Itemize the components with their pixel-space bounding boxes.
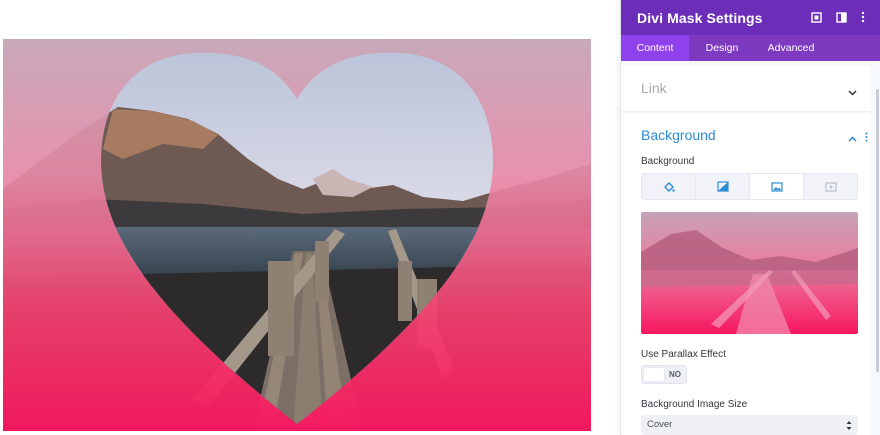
parallax-toggle-state: NO bbox=[669, 370, 681, 379]
builder-canvas bbox=[0, 0, 620, 435]
background-thumbnail-image bbox=[641, 212, 858, 334]
image-icon bbox=[770, 181, 783, 192]
bg-type-color[interactable] bbox=[642, 174, 696, 199]
parallax-label: Use Parallax Effect bbox=[641, 349, 726, 360]
panel-header: Divi Mask Settings bbox=[621, 0, 880, 35]
panel-title: Divi Mask Settings bbox=[637, 10, 763, 26]
chevron-down-icon bbox=[848, 83, 857, 101]
bg-type-image[interactable] bbox=[750, 174, 804, 199]
background-label: Background bbox=[641, 156, 695, 167]
panel-scrollbar[interactable] bbox=[876, 89, 879, 372]
heart-mask-image bbox=[3, 39, 591, 431]
select-arrows-icon bbox=[846, 418, 852, 435]
gradient-icon bbox=[716, 181, 729, 192]
image-size-value: Cover bbox=[647, 419, 673, 430]
sidebar-toggle-icon[interactable] bbox=[834, 10, 848, 24]
section-background-title: Background bbox=[641, 127, 716, 143]
background-image-preview[interactable] bbox=[641, 212, 858, 334]
tab-advanced[interactable]: Advanced bbox=[755, 35, 827, 61]
bg-type-video[interactable] bbox=[804, 174, 857, 199]
panel-tabs: Content Design Advanced bbox=[621, 35, 880, 61]
image-size-label: Background Image Size bbox=[641, 399, 748, 410]
section-background-toggle[interactable]: Background bbox=[621, 113, 871, 159]
background-type-tabs bbox=[641, 173, 858, 200]
toggle-knob bbox=[644, 368, 664, 381]
parallax-toggle[interactable]: NO bbox=[641, 365, 687, 384]
paint-bucket-icon bbox=[663, 181, 675, 192]
chevron-up-icon bbox=[848, 129, 857, 147]
tab-content[interactable]: Content bbox=[621, 35, 689, 61]
image-size-select[interactable]: Cover bbox=[641, 415, 858, 435]
bg-type-gradient[interactable] bbox=[696, 174, 750, 199]
section-link-title: Link bbox=[641, 80, 667, 96]
settings-panel: Divi Mask Settings Content Design Advanc… bbox=[620, 0, 880, 435]
section-link-toggle[interactable]: Link bbox=[621, 66, 871, 112]
section-options-icon[interactable] bbox=[865, 129, 868, 147]
mask-module-preview[interactable] bbox=[3, 39, 591, 431]
divi-builder: Divi Mask Settings Content Design Advanc… bbox=[0, 0, 880, 435]
tab-design[interactable]: Design bbox=[689, 35, 755, 61]
panel-body: Link Background Background Use Parallax … bbox=[621, 61, 880, 435]
expand-icon[interactable] bbox=[809, 10, 823, 24]
video-icon bbox=[824, 181, 837, 192]
more-vertical-icon[interactable] bbox=[856, 10, 870, 24]
